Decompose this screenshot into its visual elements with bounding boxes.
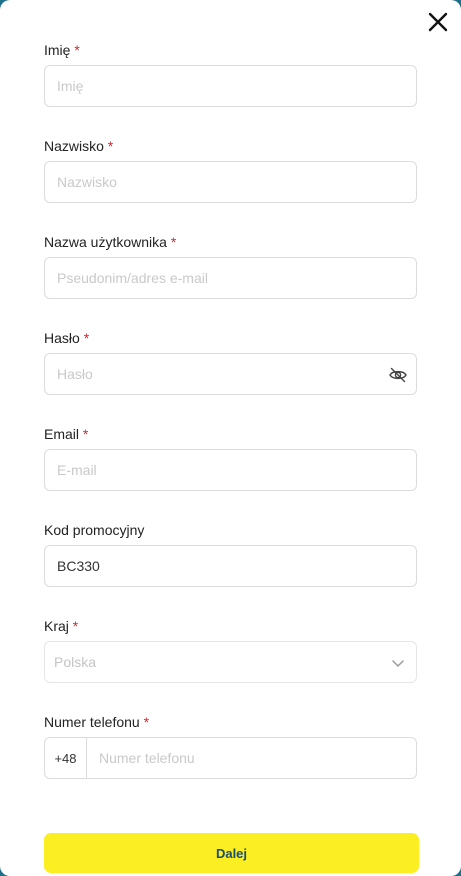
promo-code-field — [44, 545, 417, 587]
last-name-field — [44, 161, 417, 203]
phone-field: +48 — [44, 737, 417, 779]
password-field — [44, 353, 417, 395]
email-input[interactable] — [57, 450, 387, 490]
required-marker: * — [170, 234, 177, 250]
required-marker: * — [83, 330, 90, 346]
phone-input[interactable] — [99, 738, 399, 778]
close-icon — [428, 12, 448, 32]
first-name-input[interactable] — [57, 66, 387, 106]
required-marker: * — [74, 42, 80, 58]
required-marker: * — [143, 714, 150, 730]
first-name-field — [44, 65, 417, 107]
email-label: Email * — [44, 426, 89, 442]
email-field — [44, 449, 417, 491]
last-name-input[interactable] — [57, 162, 387, 202]
country-select[interactable]: Polska — [44, 641, 417, 683]
required-marker: * — [72, 618, 79, 634]
country-select-value: Polska — [54, 654, 97, 670]
phone-country-code[interactable]: +48 — [45, 738, 87, 778]
username-label: Nazwa użytkownika * — [44, 234, 177, 250]
close-button[interactable] — [426, 10, 450, 34]
eye-slash-icon — [389, 367, 407, 383]
password-input[interactable] — [57, 354, 387, 394]
username-input[interactable] — [57, 258, 387, 298]
toggle-password-visibility[interactable] — [388, 365, 408, 385]
chevron-down-icon — [392, 660, 404, 667]
required-marker: * — [82, 426, 89, 442]
password-label: Hasło * — [44, 330, 90, 346]
promo-code-label: Kod promocyjny — [44, 522, 145, 538]
phone-label: Numer telefonu * — [44, 714, 150, 730]
country-label: Kraj * — [44, 618, 79, 634]
registration-modal: Imię * Nazwisko * Nazwa użytkownika * Ha… — [0, 0, 461, 876]
next-button[interactable]: Dalej — [44, 833, 419, 873]
last-name-label: Nazwisko * — [44, 138, 114, 154]
first-name-label: Imię * — [44, 42, 80, 58]
required-marker: * — [107, 138, 114, 154]
promo-code-input[interactable] — [57, 546, 387, 586]
username-field — [44, 257, 417, 299]
